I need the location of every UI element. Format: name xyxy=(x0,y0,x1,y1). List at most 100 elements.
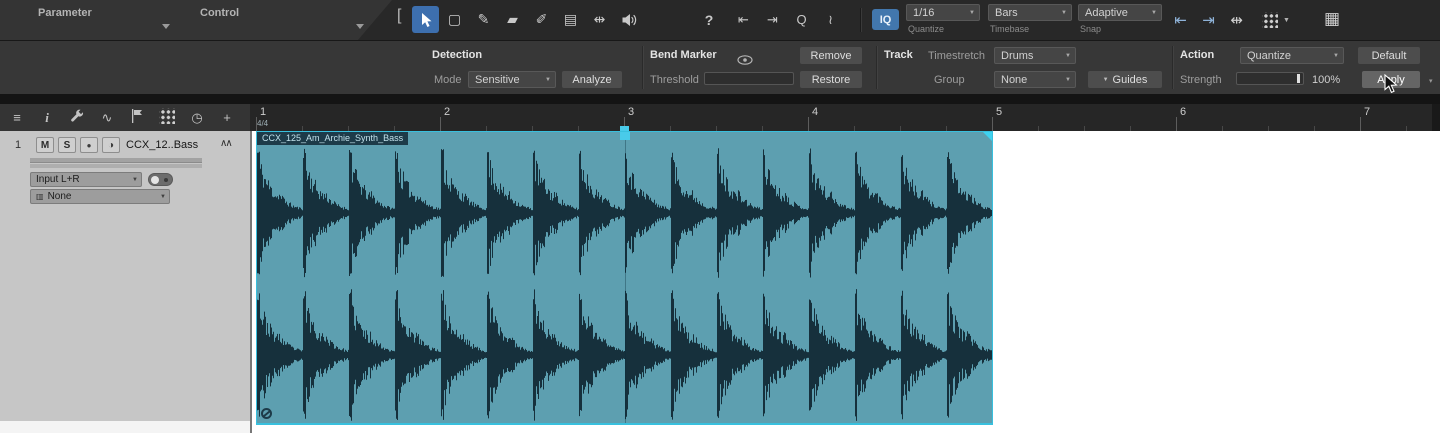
bar-number: 1 xyxy=(260,106,267,118)
marker-flag-icon[interactable] xyxy=(128,109,146,126)
panel-overflow-arrow[interactable]: ▾ xyxy=(1429,77,1433,85)
eye-icon[interactable] xyxy=(737,52,753,70)
bar-number: 3 xyxy=(628,106,635,118)
detection-title: Detection xyxy=(432,49,483,61)
bend-marker-icon[interactable]: ≀ xyxy=(817,6,844,33)
slider-handle[interactable] xyxy=(1297,74,1300,83)
monitor-toggle[interactable] xyxy=(148,173,173,186)
draw-tool[interactable]: ✎ xyxy=(470,6,497,33)
input-select[interactable]: Input L+R xyxy=(30,172,142,187)
arrangement-area[interactable]: CCX_125_Am_Archie_Synth_Bass xyxy=(252,131,1440,433)
parameter-control-section: Parameter Control xyxy=(0,0,392,40)
iq-button[interactable]: IQ xyxy=(872,9,899,30)
record-icon: ● xyxy=(86,140,92,150)
menu-icon[interactable]: ≡ xyxy=(8,110,26,125)
bend-tool[interactable]: ⇹ xyxy=(586,6,613,33)
tools-icon[interactable] xyxy=(68,109,86,126)
snap-option-icons: ⇤ ⇥ ⇹ xyxy=(1168,7,1249,32)
timebase-select[interactable]: Bars xyxy=(988,4,1072,21)
snap-select[interactable]: Adaptive xyxy=(1078,4,1162,21)
group-select[interactable]: None xyxy=(994,71,1076,88)
quantize-label: Quantize xyxy=(908,24,945,34)
add-icon[interactable]: + xyxy=(218,110,236,125)
event-gain-handle[interactable] xyxy=(261,408,272,419)
detection-mode-select[interactable]: Sensitive xyxy=(468,71,556,88)
restore-button[interactable]: Restore xyxy=(800,71,862,88)
threshold-label: Threshold xyxy=(650,74,699,86)
timestretch-label: Timestretch xyxy=(928,50,986,62)
action-value: Quantize xyxy=(1247,49,1292,62)
timebase-label: Timebase xyxy=(990,24,1030,34)
section-separator xyxy=(642,46,643,89)
record-arm-button[interactable]: ● xyxy=(80,137,98,153)
main-toolbar: Parameter Control [ ▢ ✎ ▰ ✐ ▤ ⇹ ? ⇤ ⇥ Q ≀ IQ 1/1… xyxy=(0,0,1440,40)
bend-marker-title: Bend Marker xyxy=(650,49,717,61)
audio-event[interactable]: CCX_125_Am_Archie_Synth_Bass xyxy=(256,131,993,425)
grid-settings-button[interactable]: ▼ xyxy=(1258,9,1302,31)
timestretch-value: Drums xyxy=(1001,49,1034,62)
mouse-cursor xyxy=(1384,74,1398,94)
studio-one-edit-view: Parameter Control [ ▢ ✎ ▰ ✐ ▤ ⇹ ? ⇤ ⇥ Q ≀ IQ 1/1… xyxy=(0,0,1440,433)
analyze-button[interactable]: Analyze xyxy=(562,71,622,88)
remove-button[interactable]: Remove xyxy=(800,47,862,64)
bar-line xyxy=(1176,117,1177,131)
audio-event-name: CCX_125_Am_Archie_Synth_Bass xyxy=(257,132,409,145)
control-dropdown-arrow[interactable] xyxy=(356,24,364,29)
snap-to-grid-icon[interactable]: ⇤ xyxy=(1168,7,1193,32)
pan-fader[interactable] xyxy=(30,164,202,168)
action-select[interactable]: Quantize xyxy=(1240,47,1344,64)
snap-relative-icon[interactable]: ⇹ xyxy=(1224,7,1249,32)
paint-tool[interactable]: ✐ xyxy=(528,6,555,33)
threshold-slider[interactable] xyxy=(704,72,794,85)
default-button[interactable]: Default xyxy=(1358,47,1420,64)
bar-line xyxy=(1360,117,1361,131)
time-signature: 4/4 xyxy=(257,119,269,128)
bar-number: 7 xyxy=(1364,106,1371,118)
track-number: 1 xyxy=(15,139,22,151)
panel-footer xyxy=(0,421,250,433)
help-button[interactable]: ? xyxy=(698,6,720,33)
mute-button[interactable]: M xyxy=(36,137,54,153)
snap-to-end-icon[interactable]: ⇥ xyxy=(1196,7,1221,32)
eraser-tool[interactable]: ▰ xyxy=(499,6,526,33)
control-menu[interactable]: Control xyxy=(200,7,239,19)
mode-label: Mode xyxy=(434,74,462,86)
parameter-dropdown-arrow[interactable] xyxy=(162,24,170,29)
timeline-ruler[interactable]: 1 2 3 4 5 6 7 4/4 xyxy=(250,104,1432,131)
bend-marker-buttons: ⇤ ⇥ Q ≀ xyxy=(730,6,844,33)
bar-line xyxy=(440,117,441,131)
guides-select[interactable]: ▼ Guides xyxy=(1088,71,1162,88)
solo-button[interactable]: S xyxy=(58,137,76,153)
tool-group-bracket: [ xyxy=(397,7,402,24)
grid-icon[interactable] xyxy=(158,108,176,127)
instrument-select[interactable]: ▥ None xyxy=(30,189,170,204)
bend-next-icon[interactable]: ⇥ xyxy=(759,6,786,33)
arrow-tool[interactable] xyxy=(412,6,439,33)
info-icon[interactable]: i xyxy=(38,110,56,126)
timebase-value: Bars xyxy=(995,6,1018,19)
timestretch-select[interactable]: Drums xyxy=(994,47,1076,64)
monitor-button[interactable]: ◑ xyxy=(102,137,120,153)
mute-tool[interactable]: ▤ xyxy=(557,6,584,33)
bend-prev-icon[interactable]: ⇤ xyxy=(730,6,757,33)
snap-value: Adaptive xyxy=(1085,6,1128,19)
guides-label: Guides xyxy=(1112,73,1148,86)
volume-fader[interactable] xyxy=(30,158,202,163)
stereo-icon: ◑ xyxy=(107,139,115,151)
bend-curve-icon[interactable]: ∿ xyxy=(98,110,116,126)
strength-slider[interactable] xyxy=(1236,72,1304,85)
fade-handle[interactable] xyxy=(983,132,992,141)
audio-bend-panel: Detection Mode Sensitive Analyze Bend Ma… xyxy=(0,40,1440,94)
strength-value: 100% xyxy=(1312,74,1341,86)
timer-icon[interactable]: ◷ xyxy=(188,110,206,126)
quantize-bend-icon[interactable]: Q xyxy=(788,6,815,33)
parameter-menu[interactable]: Parameter xyxy=(38,7,92,19)
range-select-tool[interactable]: ▢ xyxy=(441,6,468,33)
quantize-select[interactable]: 1/16 xyxy=(906,4,980,21)
track-layers-icon[interactable]: ▦ xyxy=(1324,9,1340,29)
input-value: Input L+R xyxy=(36,174,80,185)
playhead-marker[interactable] xyxy=(620,132,630,140)
track-name[interactable]: CCX_12..Bass xyxy=(126,139,198,151)
timebase-group: Bars Timebase xyxy=(988,0,1072,40)
listen-tool[interactable] xyxy=(615,6,642,33)
